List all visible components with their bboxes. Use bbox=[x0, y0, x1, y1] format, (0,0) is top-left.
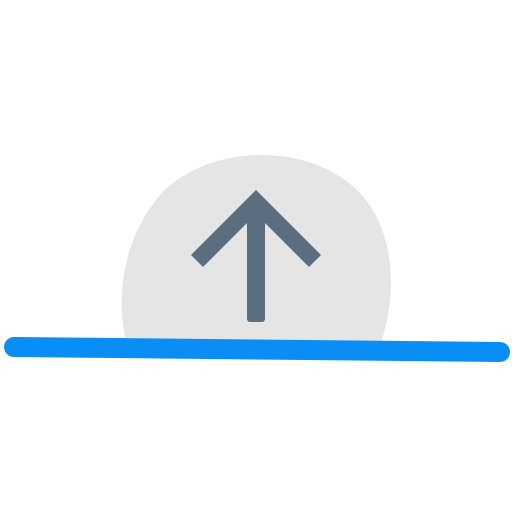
arrow-shaft bbox=[247, 205, 265, 322]
icon-canvas bbox=[0, 0, 512, 512]
upload-arrow-icon bbox=[4, 154, 510, 362]
horizon-line bbox=[4, 337, 510, 362]
